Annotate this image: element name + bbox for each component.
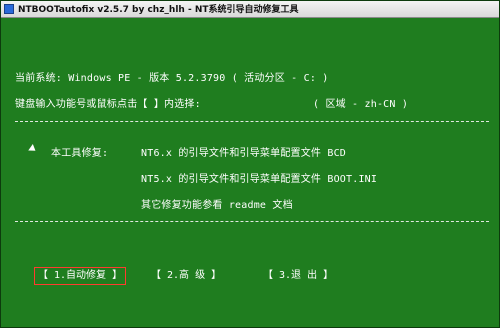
window-title: NTBOOTautofix v2.5.7 by chz_hlh - NT系统引导… <box>18 5 299 15</box>
divider-bottom <box>15 221 489 222</box>
input-prompt: 键盘输入功能号或鼠标点击【 】内选择: <box>15 99 201 110</box>
mouse-cursor-icon <box>28 144 38 154</box>
locale-info: ( 区域 - zh-CN ) <box>313 99 409 110</box>
divider-top <box>15 121 489 122</box>
title-bar[interactable]: NTBOOTautofix v2.5.7 by chz_hlh - NT系统引导… <box>1 1 499 18</box>
repair-item-bootini: NT5.x 的引导文件和引导菜单配置文件 BOOT.INI <box>141 174 378 185</box>
exit-button[interactable]: 【 3.退 出 】 <box>263 267 333 285</box>
advanced-button[interactable]: 【 2.高 级 】 <box>151 267 221 285</box>
current-system-line: 当前系统: Windows PE - 版本 5.2.3790 ( 活动分区 - … <box>15 73 329 84</box>
app-icon <box>4 4 14 14</box>
repair-item-bcd: NT6.x 的引导文件和引导菜单配置文件 BCD <box>141 148 347 159</box>
tool-repair-label: 本工具修复: <box>51 148 109 159</box>
app-window: NTBOOTautofix v2.5.7 by chz_hlh - NT系统引导… <box>0 0 500 328</box>
console-area: 当前系统: Windows PE - 版本 5.2.3790 ( 活动分区 - … <box>1 18 499 327</box>
repair-item-readme: 其它修复功能参看 readme 文档 <box>141 200 293 211</box>
auto-fix-button[interactable]: 【 1.自动修复 】 <box>34 267 127 285</box>
